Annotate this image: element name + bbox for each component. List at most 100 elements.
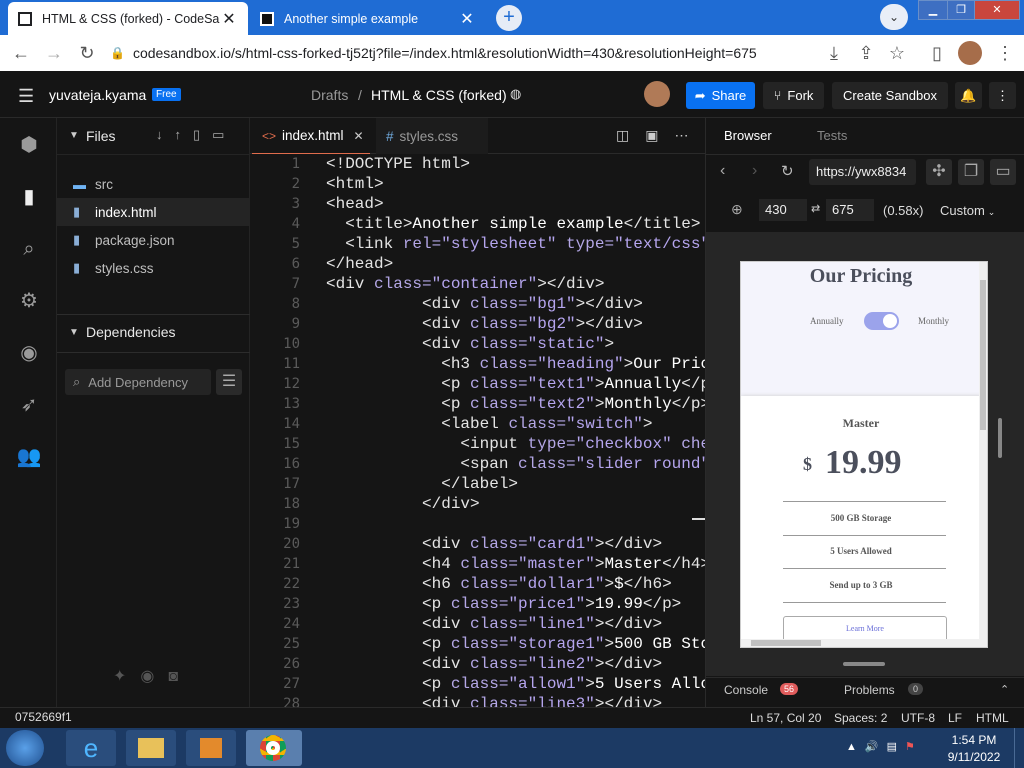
code-line[interactable]: <p class="storage1">500 GB Storage <box>326 634 705 654</box>
code-line[interactable]: <div class="line2"></div> <box>326 654 662 674</box>
file-item-styles-css[interactable]: ▮ styles.css <box>57 254 250 282</box>
volume-icon[interactable]: 🔊 <box>865 741 887 753</box>
reload-icon[interactable]: ↻ <box>76 42 98 64</box>
width-input[interactable]: 430 <box>759 199 807 221</box>
fork-button[interactable]: ⑂ Fork <box>763 82 824 109</box>
code-line[interactable]: <h4 class="master">Master</h4> <box>326 554 705 574</box>
tray-expand-icon[interactable]: ▲ <box>846 741 865 753</box>
side-panel-icon[interactable]: ▯ <box>926 42 948 64</box>
new-window-icon[interactable]: ▭ <box>990 159 1016 185</box>
network-icon[interactable]: ▤ <box>887 741 905 753</box>
refresh-icon[interactable]: ↻ <box>781 162 794 180</box>
status-spaces[interactable]: Spaces: 2 <box>834 711 887 725</box>
preview-toggle[interactable] <box>864 312 899 330</box>
scroll-thumb[interactable] <box>751 640 821 646</box>
chrome-taskbar-icon[interactable] <box>246 730 302 766</box>
code-line[interactable]: <div class="bg1"></div> <box>326 294 643 314</box>
file-item-package-json[interactable]: ▮ package.json <box>57 226 250 254</box>
install-icon[interactable]: ⤓ <box>823 42 845 64</box>
split-view-icon[interactable]: ◫ <box>616 127 645 143</box>
height-input[interactable]: 675 <box>826 199 874 221</box>
code-line[interactable]: <label class="switch"> <box>326 414 652 434</box>
tab-search-button[interactable]: ⌄ <box>880 4 908 30</box>
notification-bell-icon[interactable]: 🔔 <box>955 82 982 109</box>
back-icon[interactable]: ← <box>10 42 32 64</box>
file-explorer-icon[interactable] <box>126 730 176 766</box>
status-commit[interactable]: 0752669f1 <box>15 710 72 724</box>
internet-explorer-icon[interactable]: e <box>66 730 116 766</box>
code-line[interactable]: <p class="price1">19.99</p> <box>326 594 681 614</box>
preview-icon[interactable]: ▣ <box>645 127 674 143</box>
code-line[interactable]: <head> <box>326 194 384 214</box>
username[interactable]: yuvateja.kyama <box>49 87 146 103</box>
preview-hscrollbar[interactable] <box>741 639 979 647</box>
code-line[interactable]: <div class="line3"></div> <box>326 694 662 707</box>
tab-close-icon[interactable]: ✕ <box>220 9 238 29</box>
media-player-icon[interactable] <box>186 730 236 766</box>
preset-select[interactable]: Custom ⌄ <box>940 203 995 218</box>
console-tab[interactable]: Console <box>724 683 768 697</box>
new-tab-button[interactable]: + <box>496 5 522 31</box>
resize-handle-right[interactable] <box>998 418 1002 458</box>
forward-icon[interactable]: → <box>43 42 65 64</box>
code-line[interactable]: <link rel="stylesheet" type="text/css" <box>326 234 705 254</box>
open-window-icon[interactable]: ❐ <box>958 159 984 185</box>
address-bar[interactable]: 🔒 codesandbox.io/s/html-css-forked-tj52t… <box>110 40 916 66</box>
add-device-icon[interactable]: ⊕ <box>731 201 743 218</box>
tab-close-icon[interactable]: ✕ <box>458 9 476 29</box>
code-line[interactable]: <h3 class="heading">Our Pricing< <box>326 354 705 374</box>
scroll-thumb[interactable] <box>980 280 986 430</box>
status-eol[interactable]: LF <box>948 711 962 725</box>
clock-time[interactable]: 1:54 PM <box>946 733 1002 747</box>
code-line[interactable]: <input type="checkbox" checked <box>326 434 705 454</box>
rocket-icon[interactable]: ➶ <box>16 392 42 418</box>
gear-icon[interactable]: ⚙ <box>16 288 42 314</box>
show-desktop-button[interactable] <box>1014 728 1024 768</box>
code-line[interactable]: <p class="allow1">5 Users Allowed< <box>326 674 705 694</box>
sort-up-icon[interactable]: ↑ <box>175 127 194 142</box>
code-line[interactable]: <div class="card1"></div> <box>326 534 662 554</box>
code-line[interactable]: <div class="line1"></div> <box>326 614 662 634</box>
more-icon[interactable]: ⋯ <box>674 127 704 143</box>
problems-tab[interactable]: Problems <box>844 683 895 697</box>
create-sandbox-button[interactable]: Create Sandbox <box>832 82 948 109</box>
share-icon[interactable]: ⇪ <box>855 42 877 64</box>
chrome-menu-icon[interactable]: ⋮ <box>994 42 1016 64</box>
dependency-list-icon[interactable]: ☰ <box>216 369 242 395</box>
browser-tab-example[interactable]: Another simple example ✕ <box>250 2 486 35</box>
code-line[interactable]: <h6 class="dollar1">$</h6> <box>326 574 672 594</box>
tab-browser[interactable]: Browser <box>724 128 772 143</box>
status-position[interactable]: Ln 57, Col 20 <box>750 711 821 725</box>
maximize-button[interactable]: ❐ <box>947 0 975 20</box>
new-folder-icon[interactable]: ▭ <box>212 127 236 142</box>
profile-avatar[interactable] <box>958 41 982 65</box>
discord-icon[interactable]: ◙ <box>168 668 192 685</box>
close-icon[interactable]: ✕ <box>354 129 364 143</box>
code-line[interactable]: <html> <box>326 174 384 194</box>
avatar[interactable] <box>644 81 670 107</box>
preview-frame[interactable]: Our Pricing Annually Monthly Master $ 19… <box>740 261 988 648</box>
collapse-chevron-icon[interactable]: ▼ <box>69 130 79 141</box>
share-button[interactable]: ➦ Share <box>686 82 755 109</box>
clock-date[interactable]: 9/11/2022 <box>940 750 1008 764</box>
twitter-icon[interactable]: ✦ <box>113 668 140 685</box>
collapse-chevron-icon[interactable]: ▼ <box>69 327 79 338</box>
chevron-up-icon[interactable]: ⌃ <box>1000 683 1009 696</box>
code-line[interactable]: <p class="text2">Monthly</p> <box>326 394 705 414</box>
sandbox-name[interactable]: HTML & CSS (forked) <box>371 87 507 103</box>
dependencies-title[interactable]: Dependencies <box>86 324 176 340</box>
bookmark-star-icon[interactable]: ☆ <box>886 42 908 64</box>
minimize-button[interactable]: ▁ <box>918 0 948 20</box>
file-item-index-html[interactable]: ▮ index.html <box>57 198 250 226</box>
add-dependency-input[interactable]: ⌕ Add Dependency <box>65 369 211 395</box>
hamburger-menu-icon[interactable]: ☰ <box>18 86 34 107</box>
close-window-button[interactable]: ✕ <box>974 0 1020 20</box>
more-options-icon[interactable]: ⋮ <box>989 82 1016 109</box>
status-encoding[interactable]: UTF-8 <box>901 711 935 725</box>
swap-dimensions-icon[interactable]: ⇄ <box>811 202 820 215</box>
new-file-icon[interactable]: ▯ <box>193 127 212 142</box>
preview-address-input[interactable]: https://ywx8834 <box>809 159 916 185</box>
responsive-icon[interactable]: ✣ <box>926 159 952 185</box>
forward-icon[interactable]: › <box>752 162 757 180</box>
search-icon[interactable]: ⌕ <box>16 236 42 262</box>
